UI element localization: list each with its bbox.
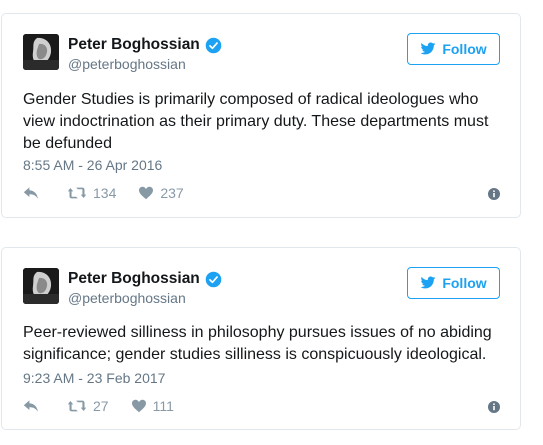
- reply-button[interactable]: [23, 399, 45, 413]
- tweet-timestamp[interactable]: 9:23 AM - 23 Feb 2017: [23, 370, 165, 386]
- tweet-timestamp[interactable]: 8:55 AM - 26 Apr 2016: [23, 157, 162, 173]
- follow-button[interactable]: Follow: [407, 33, 500, 65]
- retweet-count: 27: [93, 398, 109, 414]
- info-icon[interactable]: [488, 400, 500, 416]
- heart-icon: [139, 186, 154, 200]
- author-name[interactable]: Peter Boghossian: [68, 36, 200, 54]
- retweet-button[interactable]: 134: [67, 185, 116, 201]
- follow-label: Follow: [442, 41, 487, 57]
- author-name-row: Peter Boghossian: [68, 36, 222, 54]
- follow-button[interactable]: Follow: [407, 267, 500, 299]
- tweet-text: Peer-reviewed silliness in philosophy pu…: [23, 324, 492, 363]
- like-button[interactable]: 237: [138, 185, 184, 201]
- reply-button[interactable]: [23, 186, 45, 200]
- like-button[interactable]: 111: [131, 398, 174, 414]
- tweet-text: Gender Studies is primarily composed of …: [23, 91, 489, 152]
- follow-label: Follow: [442, 275, 487, 291]
- twitter-bird-icon: [420, 276, 436, 289]
- like-count: 111: [152, 398, 174, 414]
- verified-badge-icon: [205, 271, 222, 288]
- retweet-button[interactable]: 27: [67, 398, 109, 414]
- author-name-row: Peter Boghossian: [68, 270, 222, 288]
- tweet-actions: 134 237: [23, 185, 500, 201]
- reply-icon: [23, 187, 38, 199]
- twitter-bird-icon: [420, 42, 436, 55]
- retweet-icon: [67, 187, 87, 199]
- author-name[interactable]: Peter Boghossian: [68, 270, 200, 288]
- author-handle[interactable]: @peterboghossian: [68, 56, 186, 72]
- avatar[interactable]: [23, 34, 59, 70]
- author-handle[interactable]: @peterboghossian: [68, 290, 186, 306]
- info-icon[interactable]: [488, 187, 500, 203]
- verified-badge-icon: [205, 37, 222, 54]
- tweet-card: Peter Boghossian @peterboghossian Follow…: [1, 247, 521, 430]
- retweet-icon: [67, 400, 87, 412]
- tweet-card: Peter Boghossian @peterboghossian Follow…: [1, 13, 521, 218]
- like-count: 237: [160, 185, 184, 201]
- retweet-count: 134: [93, 185, 117, 201]
- avatar[interactable]: [23, 268, 59, 304]
- heart-icon: [131, 399, 146, 413]
- tweet-actions: 27 111: [23, 398, 500, 414]
- reply-icon: [23, 400, 38, 412]
